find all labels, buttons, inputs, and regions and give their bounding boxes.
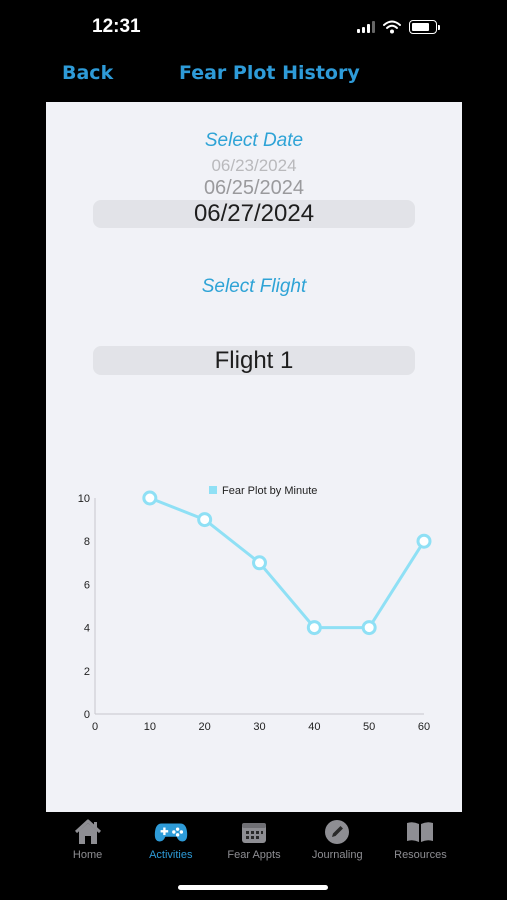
- tab-fear-appts[interactable]: Fear Appts: [212, 812, 295, 872]
- tab-resources-label: Resources: [394, 849, 447, 861]
- date-option-far[interactable]: 06/23/2024: [46, 157, 462, 173]
- page-title: Fear Plot History: [179, 62, 360, 84]
- fear-plot-chart: Fear Plot by Minute 0 2 4 6 8 10 0 10 20 30 40 50 60: [78, 485, 432, 733]
- data-point: [361, 620, 377, 636]
- legend-swatch: [209, 486, 217, 494]
- x-tick-label: 0: [92, 721, 98, 733]
- x-tick-label: 60: [418, 721, 430, 733]
- date-option-near[interactable]: 06/25/2024: [46, 177, 462, 200]
- status-bar: 12:31: [0, 0, 507, 56]
- wifi-icon: [383, 20, 401, 34]
- tab-journaling-label: Journaling: [311, 849, 363, 861]
- tab-fear-appts-label: Fear Appts: [227, 849, 281, 861]
- y-tick-label: 2: [84, 666, 90, 678]
- series-line: [149, 496, 426, 630]
- select-flight-label: Select Flight: [201, 276, 307, 297]
- legend-label: Fear Plot by Minute: [222, 485, 317, 497]
- tab-bar: Home Activities Fear Appts Journaling Re…: [46, 812, 462, 872]
- tab-activities[interactable]: Activities: [129, 812, 212, 872]
- data-point: [252, 555, 267, 571]
- tab-activities-label: Activities: [149, 849, 193, 861]
- pencil-icon: [325, 820, 350, 844]
- book-icon: [407, 822, 434, 842]
- gamepad-icon: [154, 823, 187, 842]
- chart-legend: Fear Plot by Minute: [209, 485, 317, 497]
- home-icon: [74, 819, 101, 844]
- content-panel: Select Date 06/23/2024 06/25/2024 06/27/…: [46, 102, 462, 812]
- x-tick-label: 50: [363, 721, 375, 733]
- y-tick-label: 0: [84, 709, 90, 721]
- y-tick-label: 6: [84, 579, 90, 591]
- x-tick-label: 10: [144, 721, 156, 733]
- flight-picker-selected[interactable]: Flight 1: [93, 346, 415, 375]
- data-point: [416, 533, 432, 549]
- x-tick-label: 20: [199, 721, 211, 733]
- home-indicator: [178, 885, 328, 890]
- cellular-signal-icon: [357, 21, 375, 33]
- tab-journaling[interactable]: Journaling: [296, 812, 379, 872]
- calendar-icon: [242, 823, 266, 843]
- tab-home[interactable]: Home: [46, 812, 129, 872]
- tab-home-label: Home: [72, 849, 103, 861]
- tab-resources[interactable]: Resources: [379, 812, 462, 872]
- data-point: [142, 490, 158, 506]
- data-point: [197, 512, 213, 528]
- status-time: 12:31: [92, 16, 141, 37]
- battery-icon: [409, 20, 440, 34]
- y-tick-label: 10: [78, 493, 90, 505]
- x-tick-label: 40: [308, 721, 320, 733]
- data-point: [306, 620, 322, 636]
- select-date-label: Select Date: [204, 130, 304, 151]
- chart-axes: [94, 498, 424, 715]
- y-tick-label: 4: [84, 623, 90, 635]
- status-icons: [357, 20, 440, 34]
- back-button[interactable]: Back: [62, 62, 113, 84]
- y-tick-label: 8: [84, 536, 90, 548]
- date-picker-selected[interactable]: 06/27/2024: [93, 200, 415, 228]
- x-tick-label: 30: [253, 721, 265, 733]
